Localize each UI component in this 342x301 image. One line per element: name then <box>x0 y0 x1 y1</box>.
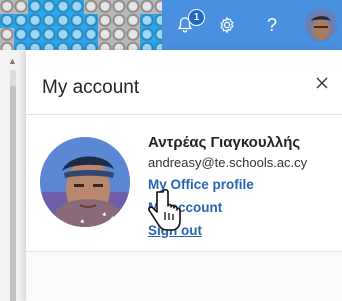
profile-photo-image <box>40 137 130 227</box>
header-background-image <box>0 0 162 50</box>
user-email: andreasy@te.schools.ac.cy <box>148 155 308 170</box>
scrollbar-thumb[interactable] <box>10 86 16 301</box>
gear-icon <box>220 16 234 34</box>
panel-footer-area <box>26 252 342 301</box>
notifications-button[interactable]: 1 <box>162 0 208 50</box>
close-panel-button[interactable] <box>309 70 335 96</box>
close-icon <box>316 77 328 89</box>
header-divider <box>26 114 342 115</box>
question-icon: ? <box>266 14 277 35</box>
avatar <box>305 9 337 41</box>
scroll-up-arrow-icon[interactable]: ▲ <box>8 56 17 66</box>
my-account-panel: My account Αντρέας Γιαγκουλλής andreasy@… <box>26 50 342 301</box>
user-name: Αντρέας Γιαγκουλλής <box>148 134 301 151</box>
user-avatar-button[interactable] <box>305 9 337 41</box>
help-button[interactable]: ? <box>249 0 295 50</box>
header-bar: 1 ? <box>0 0 342 50</box>
hand-pointer-icon <box>148 188 181 231</box>
panel-title: My account <box>42 77 140 98</box>
notification-count-badge: 1 <box>188 9 205 26</box>
settings-button[interactable] <box>204 0 250 50</box>
profile-photo[interactable] <box>40 137 130 227</box>
